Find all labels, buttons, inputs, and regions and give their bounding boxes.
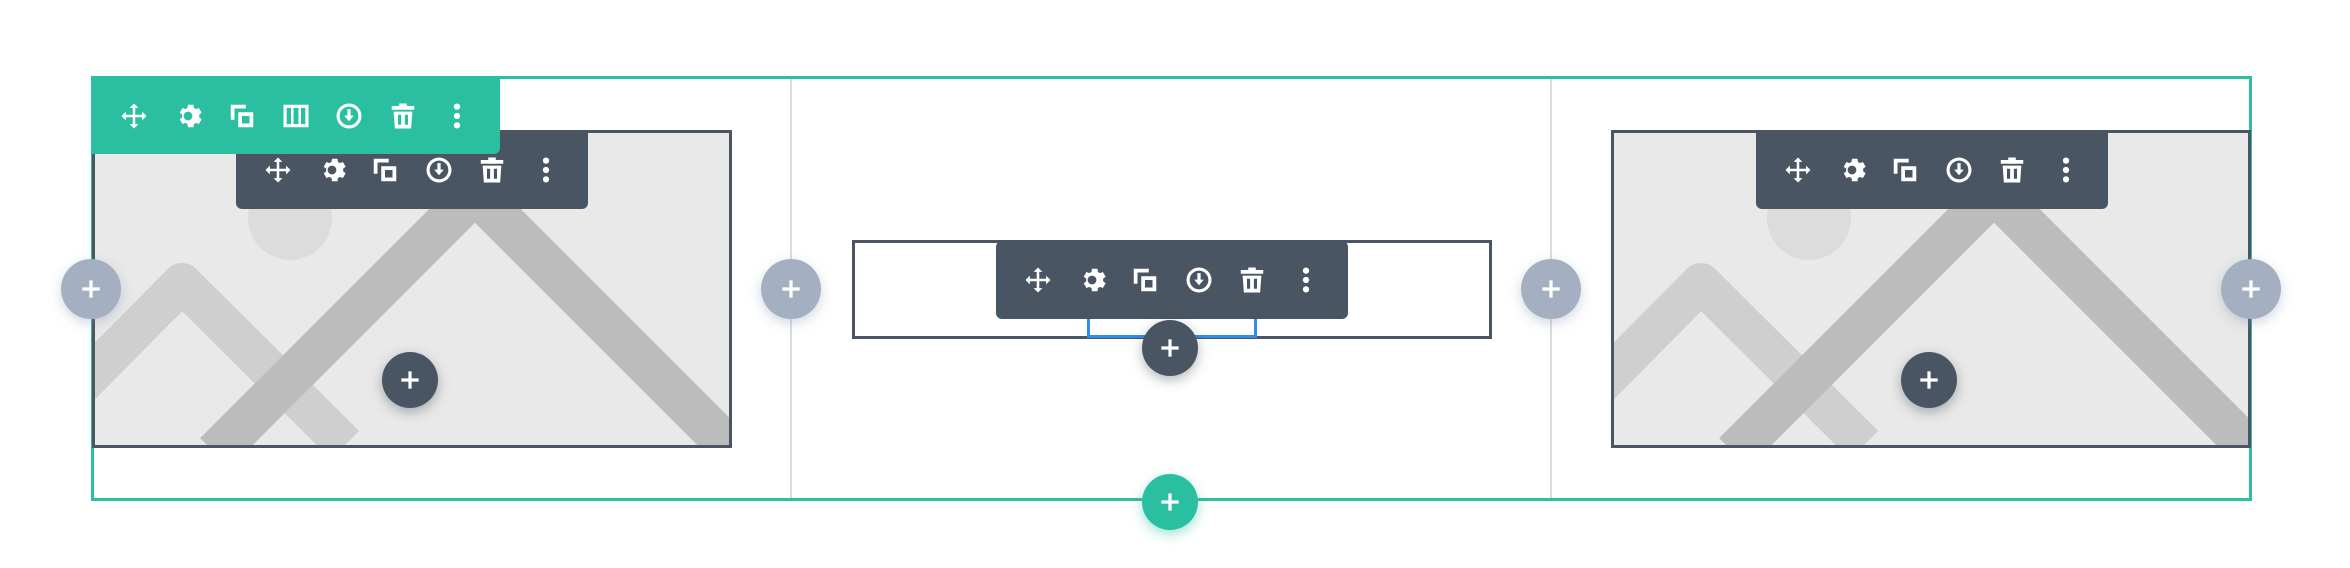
add-module-button[interactable]	[1142, 320, 1198, 376]
module-toolbar	[1756, 131, 2108, 209]
delete-button[interactable]	[471, 149, 513, 191]
save-button[interactable]	[1178, 259, 1220, 301]
duplicate-icon	[230, 104, 253, 127]
more-vertical-icon	[2062, 157, 2069, 183]
trash-icon	[392, 103, 415, 128]
duplicate-icon	[1134, 268, 1157, 292]
row-save-button[interactable]	[328, 95, 370, 137]
settings-button[interactable]	[1071, 259, 1113, 301]
duplicate-icon	[1894, 158, 1917, 182]
more-vertical-icon	[542, 157, 549, 183]
move-button[interactable]	[1017, 259, 1059, 301]
trash-icon	[480, 157, 504, 183]
settings-button[interactable]	[1831, 149, 1873, 191]
gear-icon	[323, 158, 346, 182]
duplicate-button[interactable]	[1884, 149, 1926, 191]
duplicate-icon	[374, 158, 397, 182]
add-column-button[interactable]	[761, 259, 821, 319]
row-toolbar	[91, 77, 500, 154]
move-icon	[121, 103, 147, 128]
gear-icon	[1843, 158, 1866, 182]
move-icon	[1785, 157, 1811, 183]
row-delete-button[interactable]	[382, 95, 424, 137]
row-duplicate-button[interactable]	[221, 95, 263, 137]
more-button[interactable]	[525, 149, 567, 191]
more-vertical-icon	[454, 103, 461, 128]
delete-button[interactable]	[1231, 259, 1273, 301]
row-columns-button[interactable]	[275, 95, 317, 137]
add-column-button[interactable]	[2221, 259, 2281, 319]
trash-icon	[1240, 267, 1264, 293]
row-more-button[interactable]	[436, 95, 478, 137]
gear-icon	[179, 104, 202, 127]
save-icon	[426, 157, 452, 183]
plus-icon	[2242, 280, 2260, 298]
plus-icon	[1542, 280, 1560, 298]
plus-icon	[401, 371, 419, 389]
columns-icon	[283, 104, 308, 127]
duplicate-button[interactable]	[1124, 259, 1166, 301]
add-row-button[interactable]	[1142, 474, 1198, 530]
duplicate-button[interactable]	[364, 149, 406, 191]
plus-icon	[1920, 371, 1938, 389]
add-module-button[interactable]	[1901, 352, 1957, 408]
move-button[interactable]	[257, 149, 299, 191]
plus-icon	[1161, 493, 1179, 511]
gear-icon	[1083, 268, 1106, 292]
save-icon	[1946, 157, 1972, 183]
module-toolbar	[996, 241, 1348, 319]
row-move-button[interactable]	[113, 95, 155, 137]
save-icon	[336, 103, 362, 128]
more-vertical-icon	[1302, 267, 1309, 293]
save-button[interactable]	[418, 149, 460, 191]
settings-button[interactable]	[311, 149, 353, 191]
add-column-button[interactable]	[1521, 259, 1581, 319]
move-button[interactable]	[1777, 149, 1819, 191]
more-button[interactable]	[1285, 259, 1327, 301]
save-button[interactable]	[1938, 149, 1980, 191]
delete-button[interactable]	[1991, 149, 2033, 191]
move-icon	[1025, 267, 1051, 293]
save-icon	[1186, 267, 1212, 293]
add-column-button[interactable]	[61, 259, 121, 319]
plus-icon	[82, 280, 100, 298]
plus-icon	[782, 280, 800, 298]
more-button[interactable]	[2045, 149, 2087, 191]
add-module-button[interactable]	[382, 352, 438, 408]
move-icon	[265, 157, 291, 183]
trash-icon	[2000, 157, 2024, 183]
plus-icon	[1161, 339, 1179, 357]
builder-canvas	[0, 0, 2350, 568]
row-settings-button[interactable]	[167, 95, 209, 137]
